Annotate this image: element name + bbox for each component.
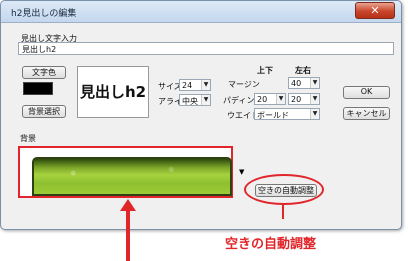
chevron-down-icon: ▼ [201,95,210,105]
margin-label: マージン [228,80,260,89]
background-dropdown-icon[interactable]: ▼ [239,168,244,176]
left-right-header: 左右 [295,66,311,75]
chevron-down-icon: ▼ [310,78,319,88]
annotation-up-arrow-icon [120,199,136,261]
chevron-down-icon: ▼ [276,94,285,104]
heading-edit-dialog: h2見出しの編集 ✕ 見出し文字入力 見出しh2 文字色 背景選択 見出しh2 … [0,0,402,230]
close-button[interactable]: ✕ [355,2,395,19]
padding-top-bottom-select[interactable]: 20 ▼ [254,93,286,105]
background-image [32,157,232,196]
ok-button[interactable]: OK [343,86,390,99]
chevron-down-icon: ▼ [310,109,319,119]
weight-value: ボールド [257,111,289,120]
margin-left-right-select[interactable]: 40 ▼ [288,77,320,89]
heading-text-input[interactable]: 見出しh2 [18,42,394,55]
padding-value-1: 20 [257,95,268,104]
annotation-ellipse [244,174,324,205]
weight-select[interactable]: ボールド ▼ [254,108,320,120]
annotation-label: 空きの自動調整 [225,237,317,252]
padding-value-2: 20 [291,95,302,104]
text-color-swatch [23,82,53,95]
padding-left-right-select[interactable]: 20 ▼ [288,93,320,105]
window-title: h2見出しの編集 [11,9,77,19]
size-value: 24 [182,81,193,90]
align-select[interactable]: 中央 ▼ [179,94,211,106]
heading-preview: 見出しh2 [77,66,149,118]
size-select[interactable]: 24 ▼ [179,79,211,91]
cancel-button[interactable]: キャンセル [343,107,390,120]
title-bar: h2見出しの編集 ✕ [1,1,401,23]
chevron-down-icon: ▼ [310,94,319,104]
background-select-button[interactable]: 背景選択 [22,105,66,118]
align-value: 中央 [182,97,198,106]
top-bottom-header: 上下 [257,66,273,75]
text-color-button[interactable]: 文字色 [22,66,66,79]
background-label: 背景 [20,134,36,143]
margin-value: 40 [291,79,302,88]
annotation-connector [282,205,284,219]
chevron-down-icon: ▼ [201,80,210,90]
